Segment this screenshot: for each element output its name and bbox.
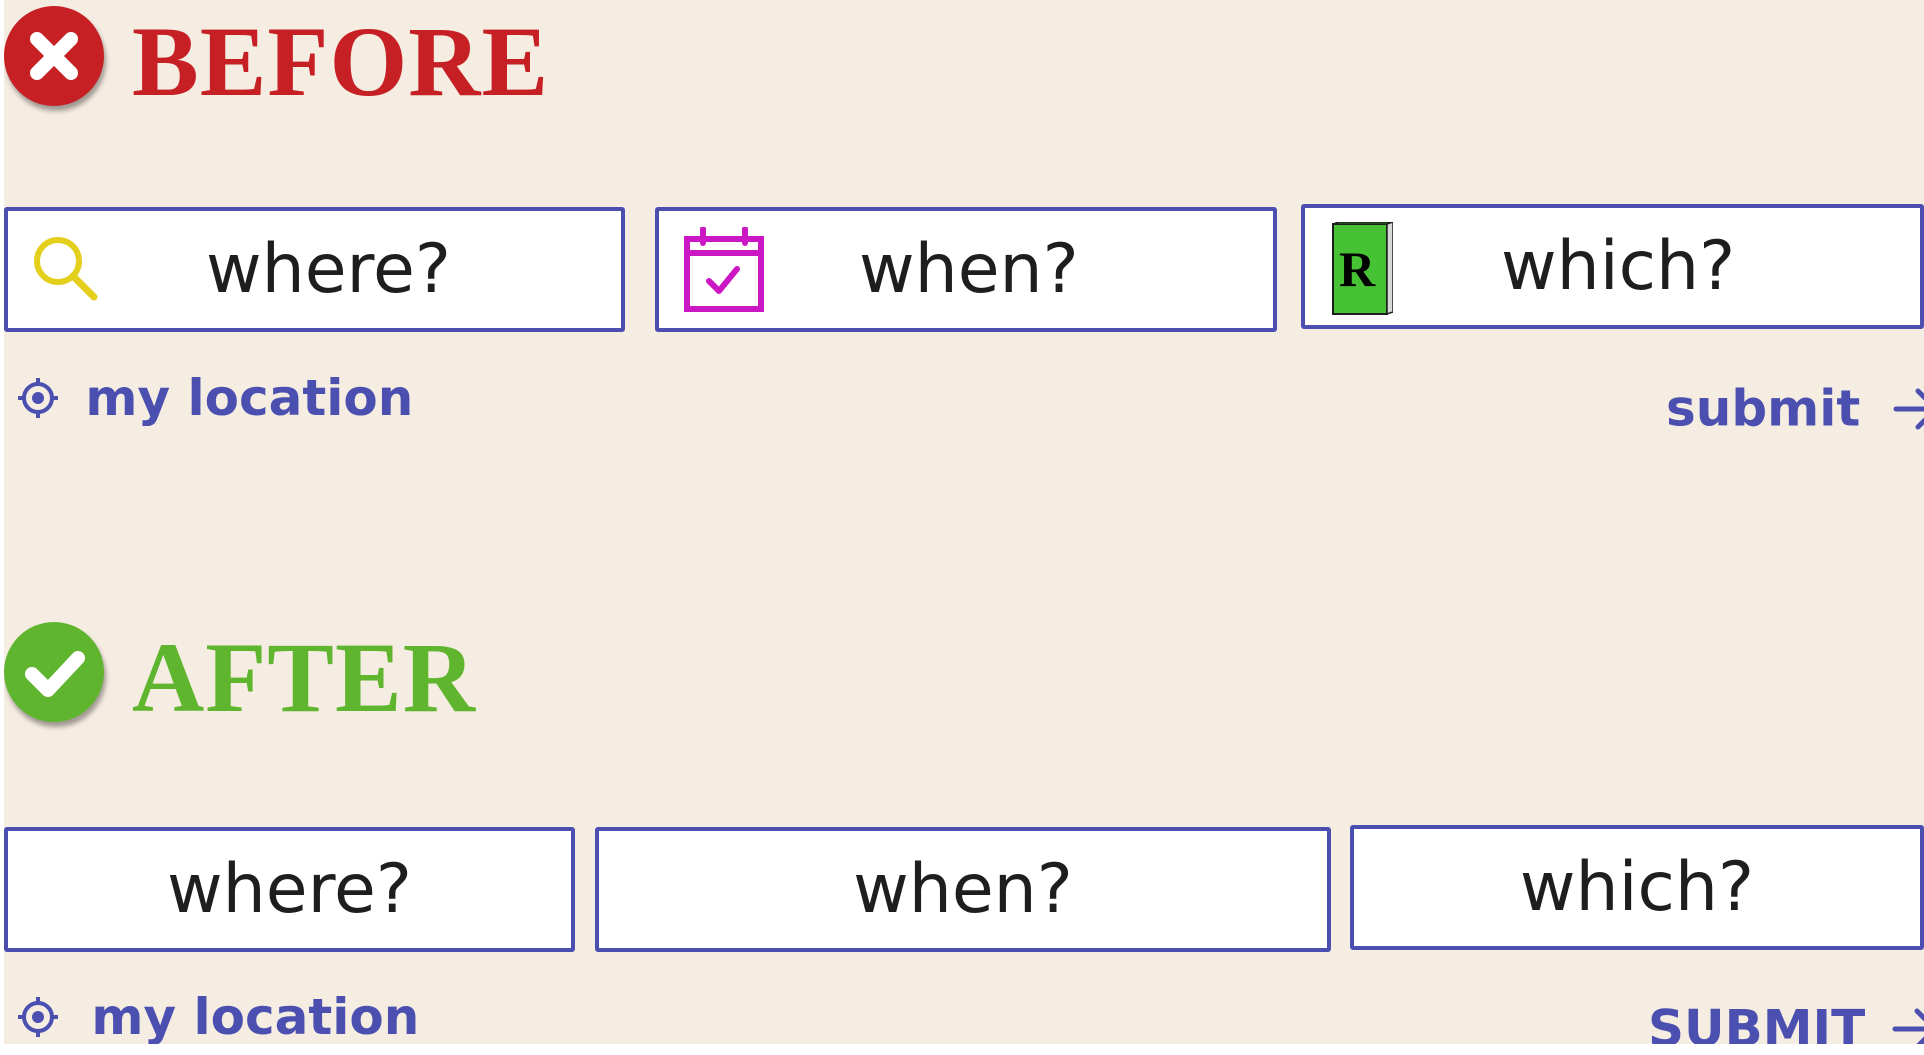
- before-heading: BEFORE: [132, 6, 550, 117]
- when-field[interactable]: when?: [655, 207, 1277, 332]
- arrow-right-icon: [1893, 388, 1924, 429]
- my-location-link[interactable]: my location: [16, 988, 419, 1042]
- submit-link[interactable]: submit: [1666, 380, 1924, 434]
- comparison-canvas: BEFORE where? when? R which? my location…: [4, 0, 1924, 1044]
- submit-label: SUBMIT: [1648, 999, 1866, 1045]
- where-label: where?: [167, 850, 412, 929]
- when-label: when?: [859, 230, 1079, 309]
- calendar-check-icon: [684, 227, 764, 312]
- which-label: which?: [1501, 227, 1736, 306]
- when-label: when?: [853, 850, 1073, 929]
- when-field[interactable]: when?: [595, 827, 1331, 952]
- which-field[interactable]: R which?: [1301, 204, 1924, 329]
- crosshair-icon: [18, 377, 58, 418]
- crosshair-icon: [18, 996, 58, 1037]
- submit-label: submit: [1666, 379, 1861, 438]
- after-heading: AFTER: [132, 622, 476, 733]
- where-label: where?: [206, 230, 451, 309]
- my-location-link[interactable]: my location: [16, 369, 413, 423]
- my-location-label: my location: [85, 368, 414, 427]
- check-circle-icon: [4, 622, 104, 722]
- where-field[interactable]: where?: [4, 207, 625, 332]
- which-label: which?: [1519, 848, 1755, 927]
- book-icon: R: [1332, 222, 1393, 316]
- book-letter: R: [1339, 241, 1376, 297]
- arrow-right-icon: [1892, 1008, 1924, 1044]
- where-field[interactable]: where?: [4, 827, 575, 952]
- which-field[interactable]: which?: [1350, 825, 1924, 950]
- x-circle-icon: [4, 6, 104, 106]
- search-icon: [34, 237, 98, 301]
- my-location-label: my location: [91, 987, 420, 1044]
- submit-link[interactable]: SUBMIT: [1648, 1000, 1924, 1044]
